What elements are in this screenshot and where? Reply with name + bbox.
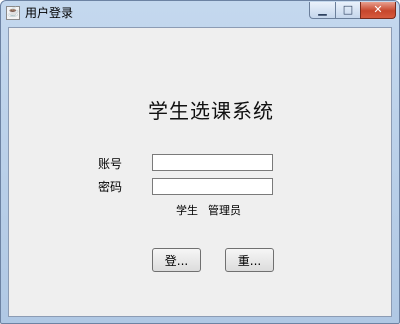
password-label: 密码	[98, 180, 123, 194]
title-bar[interactable]: ☕ 用户登录 ▁ □ ✕	[1, 1, 399, 27]
maximize-button[interactable]: □	[335, 2, 361, 19]
system-title: 学生选课系统	[148, 99, 274, 123]
role-option-student[interactable]: 学生	[176, 204, 198, 217]
role-option-admin[interactable]: 管理员	[208, 204, 241, 217]
content-panel: 学生选课系统 账号 密码 学生 管理员 登... 重...	[8, 27, 392, 317]
reset-button[interactable]: 重...	[225, 248, 274, 272]
java-icon: ☕	[6, 6, 20, 20]
login-button[interactable]: 登...	[152, 248, 201, 272]
account-input[interactable]	[152, 154, 273, 171]
minimize-icon: ▁	[318, 3, 327, 16]
minimize-button[interactable]: ▁	[309, 2, 336, 19]
close-button[interactable]: ✕	[360, 2, 396, 19]
window-title: 用户登录	[25, 6, 74, 20]
close-icon: ✕	[373, 3, 383, 16]
login-window: ☕ 用户登录 ▁ □ ✕ 学生选课系统 账号 密码 学生 管理员 登... 重.…	[0, 0, 400, 324]
maximize-icon: □	[342, 3, 354, 16]
account-label: 账号	[98, 157, 123, 171]
password-input[interactable]	[152, 178, 273, 195]
